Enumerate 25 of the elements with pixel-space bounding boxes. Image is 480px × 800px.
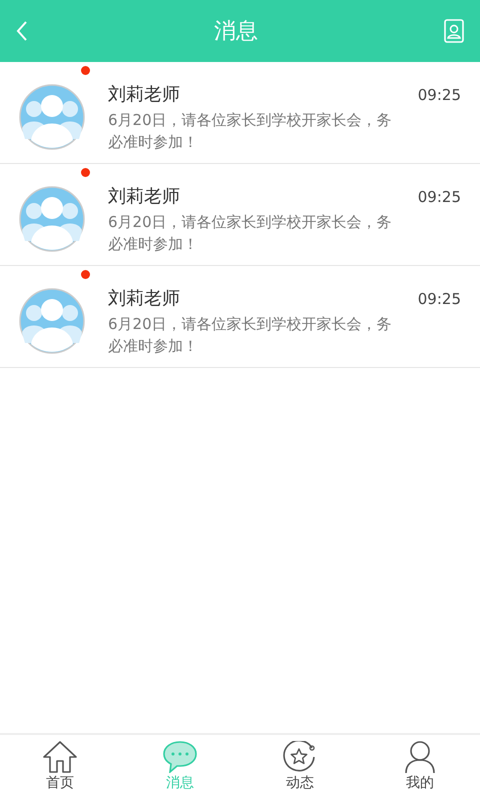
message-preview: 6月20日，请各位家长到学校开家长会，务必准时参加！	[108, 110, 393, 153]
tab-item[interactable]: 动态	[240, 741, 360, 794]
message-preview: 6月20日，请各位家长到学校开家长会，务必准时参加！	[108, 314, 393, 357]
message-preview: 6月20日，请各位家长到学校开家长会，务必准时参加！	[108, 212, 393, 255]
page-title: 消息	[214, 18, 258, 46]
person-icon	[403, 741, 437, 773]
message-item[interactable]: 刘莉老师 09:25 6月20日，请各位家长到学校开家长会，务必准时参加！	[0, 266, 480, 368]
tab-item[interactable]: 首页	[0, 741, 120, 794]
sender-name: 刘莉老师	[108, 84, 180, 106]
star-circle-icon	[283, 741, 317, 773]
message-item[interactable]: 刘莉老师 09:25 6月20日，请各位家长到学校开家长会，务必准时参加！	[0, 62, 480, 164]
sender-name: 刘莉老师	[108, 186, 180, 208]
home-icon	[43, 741, 77, 773]
tab-item[interactable]: 我的	[360, 741, 480, 794]
message-time: 09:25	[418, 289, 461, 310]
back-icon[interactable]	[16, 21, 28, 41]
message-item[interactable]: 刘莉老师 09:25 6月20日，请各位家长到学校开家长会，务必准时参加！	[0, 164, 480, 266]
message-time: 09:25	[418, 85, 461, 106]
chat-bubble-icon	[163, 741, 197, 773]
avatar-icon	[19, 186, 85, 252]
avatar-icon	[19, 288, 85, 354]
contacts-icon[interactable]	[444, 19, 464, 43]
message-time: 09:25	[418, 187, 461, 208]
avatar-icon	[19, 84, 85, 150]
sender-name: 刘莉老师	[108, 288, 180, 310]
